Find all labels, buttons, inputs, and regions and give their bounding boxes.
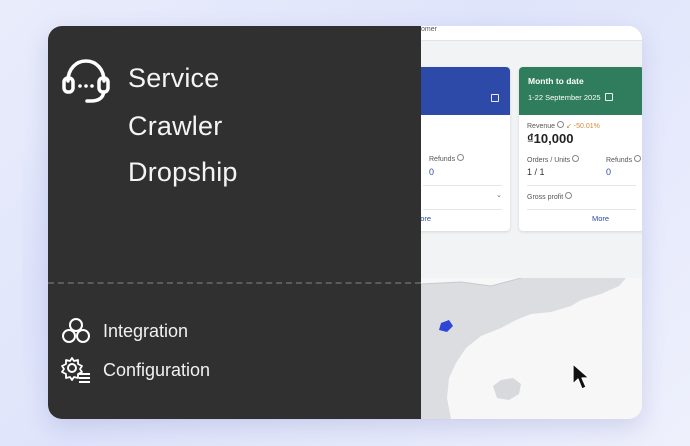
calendar-icon[interactable] [491,94,499,102]
sidebar-item-label: Integration [103,321,189,341]
chevron-down-icon[interactable]: ⌄ [496,191,502,199]
gross-profit-label: Gross profit [527,192,573,201]
info-icon [565,192,573,199]
info-icon [457,154,465,161]
sidebar: Service Crawler Dropship Integration Con… [48,26,421,419]
revenue-change: ↙ -50.01% [565,123,600,130]
info-icon [572,155,580,162]
sidebar-item-integration[interactable]: Integration [60,316,260,346]
card-header: Month to date 1-22 September 2025 [519,67,642,115]
integration-icon [62,318,90,343]
topbar-text: omer [421,26,437,33]
info-icon [557,121,565,128]
card-date-range: 1-22 September 2025 [528,93,613,102]
refunds-value: 0 [606,167,612,177]
orders-units-value: 1 / 1 [527,167,545,177]
card-divider [527,185,636,186]
info-icon [634,155,642,162]
sidebar-item-label: Configuration [103,360,211,380]
summary-card-today: Refunds 0 ⌄ More [421,67,510,231]
app-window: omer Refunds 0 ⌄ More Month to date 1-22… [48,26,642,419]
map-shapes [421,278,626,419]
refunds-value: 0 [429,167,435,177]
brand-line-3: Dropship [128,157,238,187]
brand-line-2: Crawler [128,111,223,141]
more-link[interactable]: More [592,214,609,223]
refunds-label: Refunds [606,155,642,164]
orders-units-label: Orders / Units [527,155,580,164]
card-divider [423,185,502,186]
more-link[interactable]: More [421,214,431,223]
headset-icon [62,59,110,103]
sidebar-item-configuration[interactable]: Configuration [60,355,260,385]
card-header [421,67,510,115]
revenue-value: ₫10,000 [527,131,574,146]
calendar-icon[interactable] [604,93,613,101]
revenue-label: Revenue ↙ -50.01% [527,121,600,130]
map-view[interactable] [421,278,642,419]
sidebar-divider [48,282,421,284]
card-divider [423,209,502,210]
card-title: Month to date [528,76,584,86]
dashboard-topbar: omer [421,26,642,41]
dashboard-panel: omer Refunds 0 ⌄ More Month to date 1-22… [421,26,642,419]
brand-line-1: Service [128,63,220,93]
summary-card-month-to-date: Month to date 1-22 September 2025 Revenu… [519,67,642,231]
settings-gear-icon [61,357,90,383]
card-divider [527,209,636,210]
refunds-label: Refunds [429,154,465,163]
mouse-cursor-icon [572,363,590,390]
